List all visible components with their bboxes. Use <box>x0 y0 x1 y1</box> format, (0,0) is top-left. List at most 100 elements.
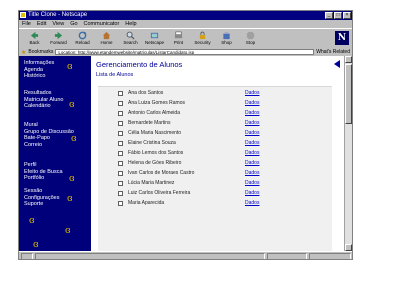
menu-file[interactable]: File <box>22 20 31 28</box>
close-button[interactable]: × <box>343 12 351 19</box>
student-checkbox[interactable] <box>118 161 123 166</box>
scroll-down-button[interactable] <box>345 244 352 251</box>
student-details-link[interactable]: Dados <box>245 140 259 147</box>
student-checkbox[interactable] <box>118 131 123 136</box>
student-details-link[interactable]: Dados <box>245 110 259 117</box>
sidebar-nav: Informações Agenda Histórico ɞ Resultado… <box>19 56 91 251</box>
back-button[interactable]: Back <box>23 29 46 48</box>
swirl-ornament-icon: ɞ <box>69 100 75 110</box>
student-checkbox[interactable] <box>118 91 123 96</box>
whats-related-button[interactable]: What's Related <box>316 49 352 55</box>
navigation-toolbar: Back Forward Reload Home Search Netscape… <box>19 28 352 48</box>
list-item: Elaine Cristina Souza Dados <box>98 139 332 149</box>
student-name: Helena de Góes Ribeiro <box>128 160 182 166</box>
sidebar-item-informacoes[interactable]: Informações <box>24 60 54 67</box>
student-checkbox[interactable] <box>118 151 123 156</box>
back-arrow-icon[interactable] <box>334 60 340 68</box>
student-details-link[interactable]: Dados <box>245 150 259 157</box>
student-checkbox[interactable] <box>118 101 123 106</box>
student-checkbox[interactable] <box>118 201 123 206</box>
student-checkbox[interactable] <box>118 111 123 116</box>
home-button[interactable]: Home <box>95 29 118 48</box>
browser-window: Title Clone - Netscape _ □ × File Edit V… <box>18 10 353 260</box>
print-button[interactable]: Print <box>167 29 190 48</box>
student-details-link[interactable]: Dados <box>245 170 259 177</box>
progress-field <box>267 253 307 259</box>
maximize-button[interactable]: □ <box>334 12 342 19</box>
menu-view[interactable]: View <box>52 20 64 28</box>
list-item: Ana dos Santos Dados <box>98 89 332 99</box>
list-item: Lúcia Maria Martinez Dados <box>98 179 332 189</box>
nav-group-1: Informações Agenda Histórico <box>24 60 54 80</box>
student-details-link[interactable]: Dados <box>245 90 259 97</box>
nav-group-2: Resultados Matricular Aluno Calendário <box>24 90 63 110</box>
student-details-link[interactable]: Dados <box>245 130 259 137</box>
student-details-link[interactable]: Dados <box>245 180 259 187</box>
bookmarks-button[interactable]: Bookmarks <box>28 49 53 55</box>
page-title: Gerenciamento de Alunos <box>96 60 183 69</box>
student-checkbox[interactable] <box>118 121 123 126</box>
student-list: Ana dos Santos Dados Ana Luiza Gomes Ram… <box>98 86 332 251</box>
bookmark-star-icon[interactable]: ★ <box>21 49 26 56</box>
shop-button[interactable]: Shop <box>215 29 238 48</box>
student-name: Ivan Carlos de Moraes Castro <box>128 170 195 176</box>
sidebar-item-calendario[interactable]: Calendário <box>24 103 63 110</box>
forward-button[interactable]: Forward <box>47 29 70 48</box>
reload-icon <box>78 31 87 40</box>
page-content: Informações Agenda Histórico ɞ Resultado… <box>19 56 352 251</box>
scroll-up-button[interactable] <box>345 56 352 63</box>
list-item: Antonio Carlos Almeida Dados <box>98 109 332 119</box>
home-icon <box>102 31 111 40</box>
search-button[interactable]: Search <box>119 29 142 48</box>
student-name: Ana dos Santos <box>128 90 164 96</box>
page-subtitle: Lista de Alunos <box>96 72 134 78</box>
vertical-scrollbar[interactable] <box>344 56 352 251</box>
stop-button[interactable]: Stop <box>239 29 262 48</box>
list-item: Fábio Lemos dos Santos Dados <box>98 149 332 159</box>
menu-help[interactable]: Help <box>125 20 136 28</box>
sidebar-item-portfolio[interactable]: Portfólio <box>24 175 63 182</box>
student-checkbox[interactable] <box>118 181 123 186</box>
shop-icon <box>223 31 230 40</box>
print-icon <box>174 31 183 39</box>
student-name: Maria Aparecida <box>128 200 165 206</box>
security-button[interactable]: Security <box>191 29 214 48</box>
menu-edit[interactable]: Edit <box>37 20 46 28</box>
sidebar-item-historico[interactable]: Histórico <box>24 73 54 80</box>
student-details-link[interactable]: Dados <box>245 120 259 127</box>
sidebar-item-correio[interactable]: Correio <box>24 142 74 149</box>
swirl-ornament-icon: ɞ <box>29 216 35 226</box>
swirl-ornament-icon: ɞ <box>67 62 73 72</box>
menu-communicator[interactable]: Communicator <box>84 20 120 28</box>
list-item: Helena de Góes Ribeiro Dados <box>98 159 332 169</box>
student-name: Bernardete Martins <box>128 120 171 126</box>
student-name: Luiz Carlos Oliveira Ferreira <box>128 190 191 196</box>
student-details-link[interactable]: Dados <box>245 100 259 107</box>
student-name: Elaine Cristina Souza <box>128 140 176 146</box>
url-input[interactable]: Location: http://www.etandemwebsite/matr… <box>55 49 315 55</box>
scroll-thumb[interactable] <box>345 64 352 124</box>
forward-arrow-icon <box>54 31 63 40</box>
list-item: Célia Maria Nascimento Dados <box>98 129 332 139</box>
sidebar-item-suporte[interactable]: Suporte <box>24 201 59 208</box>
reload-button[interactable]: Reload <box>71 29 94 48</box>
student-details-link[interactable]: Dados <box>245 200 259 207</box>
student-details-link[interactable]: Dados <box>245 160 259 167</box>
back-arrow-icon <box>30 31 39 40</box>
student-details-link[interactable]: Dados <box>245 190 259 197</box>
title-bar: Title Clone - Netscape _ □ × <box>19 11 352 20</box>
status-text-field <box>35 253 265 259</box>
component-bar[interactable] <box>309 253 351 259</box>
security-lock-icon <box>199 31 206 40</box>
swirl-ornament-icon: ɞ <box>33 240 39 250</box>
list-item: Ivan Carlos de Moraes Castro Dados <box>98 169 332 179</box>
list-item: Bernardete Martins Dados <box>98 119 332 129</box>
student-checkbox[interactable] <box>118 191 123 196</box>
netscape-button[interactable]: Netscape <box>143 29 166 48</box>
student-checkbox[interactable] <box>118 171 123 176</box>
minimize-button[interactable]: _ <box>325 12 333 19</box>
student-checkbox[interactable] <box>118 141 123 146</box>
status-bar <box>19 251 352 259</box>
menu-go[interactable]: Go <box>70 20 77 28</box>
main-panel: Gerenciamento de Alunos Lista de Alunos … <box>91 56 344 251</box>
